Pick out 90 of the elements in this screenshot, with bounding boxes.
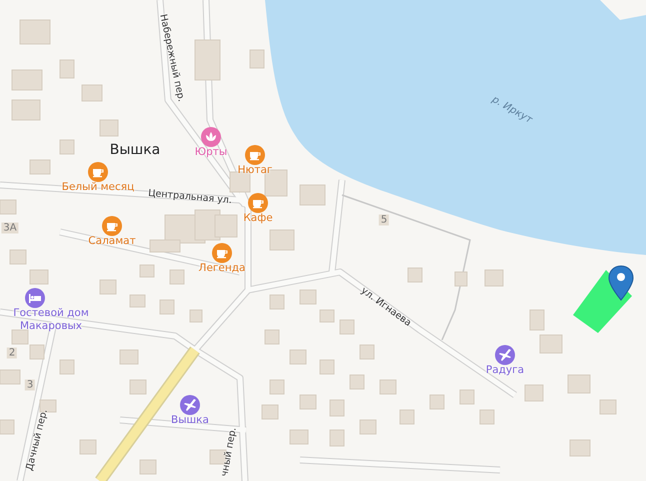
building [290,430,308,444]
map-pin-icon[interactable] [608,266,634,300]
building [380,380,396,394]
building [454,272,468,286]
house-number: 3А [1,222,19,234]
place-label[interactable]: Легенда [198,262,246,275]
building [80,440,96,454]
cup-icon[interactable] [212,243,232,263]
plane-icon[interactable] [180,395,200,415]
building [250,50,264,68]
bed-icon[interactable] [25,288,45,308]
place-label[interactable]: Саламат [88,235,136,248]
cup-icon[interactable] [88,162,108,182]
building [60,360,74,374]
building [320,360,334,374]
house-number: 5 [378,214,390,226]
place-label[interactable]: Белый месяц [62,181,134,194]
locality-label[interactable]: Вышка [110,142,160,159]
building [12,70,42,90]
cup-icon[interactable] [102,216,122,236]
building [30,270,48,284]
building [100,280,116,294]
building [530,310,544,330]
building [300,184,326,206]
building [300,290,316,304]
building [570,440,590,456]
building [262,404,278,420]
building [320,310,334,322]
building [170,270,184,284]
plane-icon[interactable] [495,345,515,365]
building [140,460,156,474]
building [230,172,250,192]
building [20,20,50,44]
building [12,330,28,344]
cup-icon[interactable] [245,145,265,165]
building [408,268,422,282]
building [264,330,280,344]
building [160,300,174,314]
street-label: чный пер. [219,426,239,478]
place-label[interactable]: Вышка [171,414,209,427]
building [350,374,364,390]
house-number: 2 [6,348,18,358]
building [600,400,616,414]
street-label: Дачный пер. [24,408,50,472]
building [330,430,344,446]
building [270,380,284,394]
building [340,320,354,334]
building [60,60,74,78]
building [524,384,544,402]
lotus-icon[interactable] [201,127,221,147]
building [40,400,56,412]
building [0,370,20,384]
building [568,374,590,394]
building [290,350,306,364]
building [480,410,494,424]
house-number: 3 [24,380,36,390]
building [0,200,16,214]
place-label[interactable]: Юрты [194,146,228,159]
building [60,140,74,154]
building [30,344,44,360]
building [400,410,414,424]
building [0,420,14,434]
building [30,160,50,174]
building [130,380,146,394]
place-label[interactable]: Гостевой дом Макаровых [0,307,121,333]
place-label[interactable]: Кафе [243,212,273,225]
building [100,120,118,136]
cup-icon[interactable] [248,193,268,213]
building [10,250,26,264]
building [270,294,284,310]
building [190,310,202,322]
place-label[interactable]: Нютаг [238,164,272,177]
building [540,334,562,354]
street-label: Центральная ул. [148,188,232,206]
building [484,270,504,286]
building [270,230,294,250]
building [460,390,474,404]
building [120,350,138,364]
building [194,40,220,80]
building [12,100,40,120]
building [130,294,146,308]
building [300,394,316,410]
place-label[interactable]: Радуга [486,364,524,377]
building [360,420,376,434]
building [140,264,154,278]
building [214,214,238,238]
building [430,394,444,410]
building [330,400,344,416]
building [82,84,102,102]
building [360,344,374,360]
